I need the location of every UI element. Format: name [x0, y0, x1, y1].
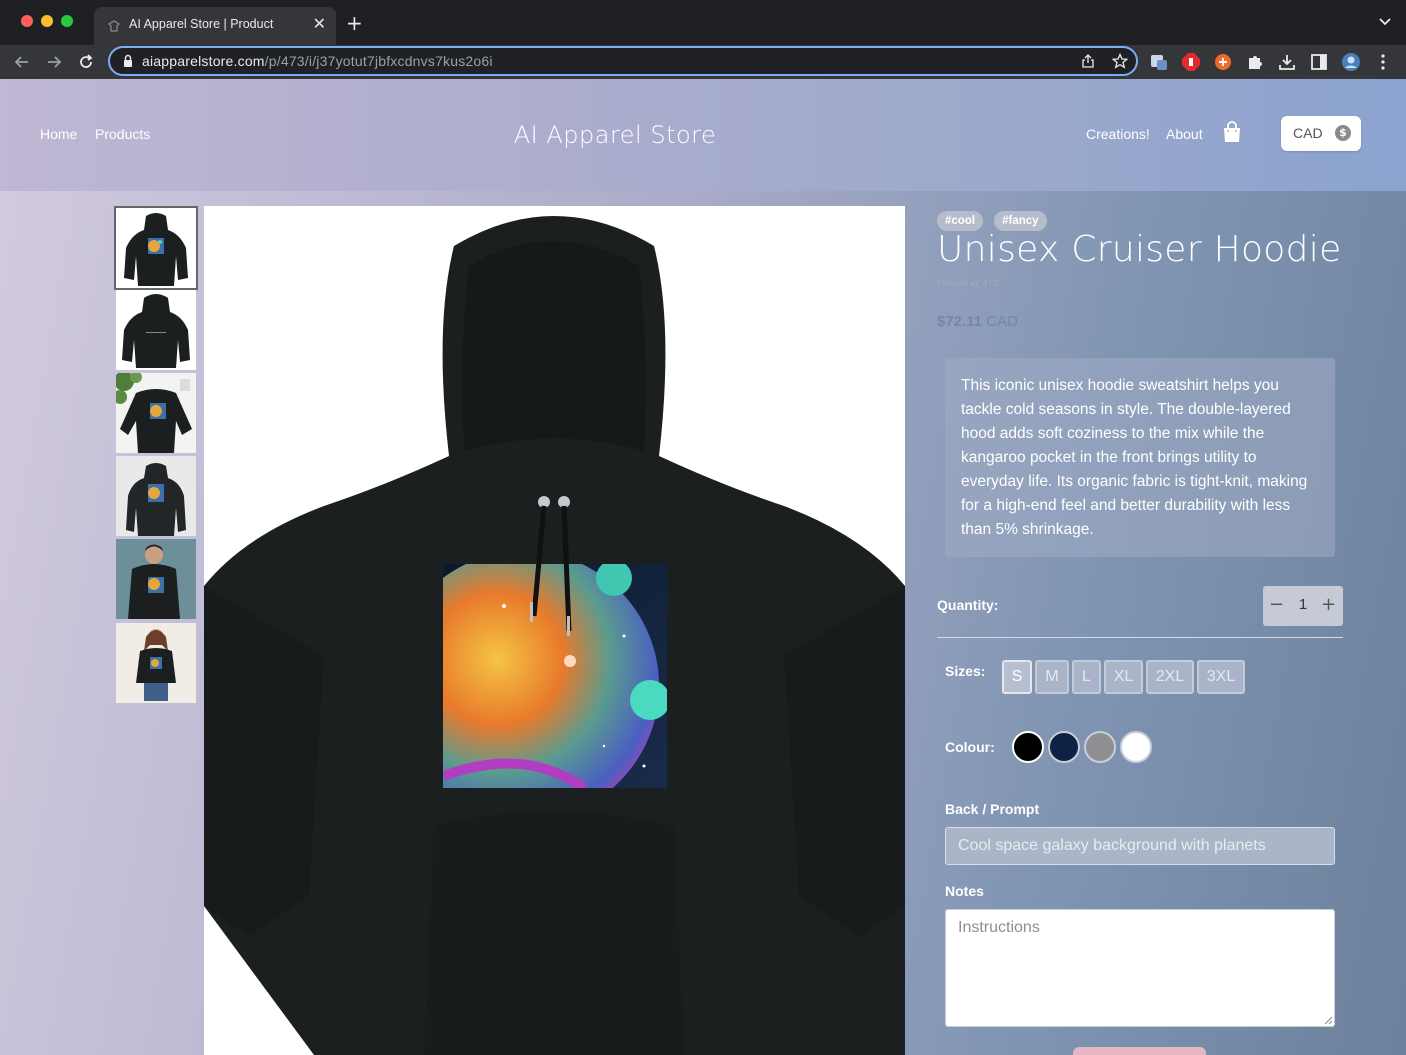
lock-icon[interactable]: [122, 54, 134, 68]
colour-swatch-black[interactable]: [1012, 731, 1044, 763]
window-close-button[interactable]: [21, 15, 33, 27]
site-favicon-icon: [108, 20, 120, 32]
adblock-extension-icon[interactable]: [1181, 52, 1201, 72]
nav-creations-link[interactable]: Creations!: [1086, 126, 1150, 142]
product-id: Product id: 473: [937, 278, 998, 288]
colour-swatch-grey[interactable]: [1084, 731, 1116, 763]
forward-arrow-icon[interactable]: [44, 52, 64, 72]
url-host: aiapparelstore.com: [142, 53, 265, 69]
size-option-l[interactable]: L: [1072, 660, 1101, 694]
hoodie-back-image: [116, 290, 196, 370]
translate-extension-icon[interactable]: [1149, 52, 1169, 72]
reload-icon[interactable]: [76, 52, 96, 72]
divider: [937, 637, 1343, 638]
prompt-label: Back / Prompt: [945, 801, 1040, 817]
share-icon[interactable]: [1080, 53, 1096, 69]
hoodie-main-image: [204, 216, 905, 1055]
side-panel-icon[interactable]: [1309, 52, 1329, 72]
currency-selector[interactable]: CAD $: [1281, 116, 1361, 151]
browser-tab-bar: AI Apparel Store | Product ✕ +: [0, 0, 1406, 45]
size-option-s[interactable]: S: [1002, 660, 1032, 694]
thumbnail-hoodie-back[interactable]: [116, 290, 196, 370]
tag-fancy[interactable]: #fancy: [994, 211, 1047, 231]
extensions-puzzle-icon[interactable]: [1245, 52, 1265, 72]
profile-avatar-icon[interactable]: [1341, 52, 1361, 72]
product-tags: #cool #fancy: [937, 209, 1053, 231]
product-main-image[interactable]: [204, 206, 905, 1055]
price-amount: $72.11: [937, 313, 983, 330]
currency-label: CAD: [1293, 125, 1323, 141]
thumbnail-hoodie-model-man[interactable]: [116, 539, 196, 619]
hoodie-hanger-image: [116, 456, 196, 536]
page: Home Products AI Apparel Store Creations…: [0, 79, 1406, 1055]
add-to-cart-button[interactable]: [1073, 1047, 1206, 1055]
new-tab-icon[interactable]: +: [346, 13, 363, 33]
size-option-m[interactable]: M: [1035, 660, 1069, 694]
colour-swatch-white[interactable]: [1120, 731, 1152, 763]
browser-toolbar: aiapparelstore.com/p/473/i/j37yotut7jbfx…: [0, 45, 1406, 79]
window-zoom-button[interactable]: [61, 15, 73, 27]
dollar-icon: $: [1335, 125, 1351, 141]
site-brand[interactable]: AI Apparel Store: [0, 121, 1230, 149]
size-option-2xl[interactable]: 2XL: [1146, 660, 1194, 694]
notes-label: Notes: [945, 883, 984, 899]
quantity-decrease-button[interactable]: −: [1269, 595, 1284, 615]
product-title: Unisex Cruiser Hoodie: [937, 229, 1342, 270]
sizes-label: Sizes:: [945, 663, 986, 679]
hoodie-model-man-image: [116, 539, 196, 619]
download-icon[interactable]: [1277, 52, 1297, 72]
notes-textarea[interactable]: Instructions: [945, 909, 1335, 1027]
quantity-value[interactable]: 1: [1293, 596, 1313, 613]
quantity-increase-button[interactable]: +: [1321, 595, 1336, 615]
product-description-box: This iconic unisex hoodie sweatshirt hel…: [945, 358, 1335, 557]
tag-cool[interactable]: #cool: [937, 211, 984, 231]
tab-close-icon[interactable]: ✕: [313, 15, 326, 33]
prompt-input[interactable]: Cool space galaxy background with planet…: [945, 827, 1335, 865]
thumbnail-hoodie-front[interactable]: [114, 206, 198, 290]
product-description: This iconic unisex hoodie sweatshirt hel…: [961, 377, 1308, 538]
tab-search-icon[interactable]: [1378, 14, 1392, 28]
address-bar[interactable]: aiapparelstore.com/p/473/i/j37yotut7jbfx…: [108, 46, 1138, 76]
price-currency: CAD: [986, 313, 1018, 330]
product-price: $72.11 CAD: [937, 313, 1018, 330]
thumbnail-hoodie-flatlay[interactable]: [116, 373, 196, 453]
url-text: aiapparelstore.com/p/473/i/j37yotut7jbfx…: [142, 53, 493, 69]
resize-grip-icon[interactable]: [1324, 1016, 1332, 1024]
hoodie-model-woman-image: [116, 623, 196, 703]
colour-swatch-navy[interactable]: [1048, 731, 1080, 763]
orange-extension-icon[interactable]: [1213, 52, 1233, 72]
site-header: Home Products AI Apparel Store Creations…: [0, 79, 1406, 191]
nav-about-link[interactable]: About: [1166, 126, 1203, 142]
tab-title: AI Apparel Store | Product: [129, 17, 274, 31]
back-arrow-icon[interactable]: [12, 52, 32, 72]
menu-kebab-icon[interactable]: [1373, 52, 1393, 72]
quantity-stepper: − 1 +: [1263, 586, 1343, 626]
size-option-3xl[interactable]: 3XL: [1197, 660, 1245, 694]
browser-tab[interactable]: AI Apparel Store | Product ✕: [94, 7, 336, 45]
window-minimize-button[interactable]: [41, 15, 53, 27]
hoodie-front-image: [116, 208, 196, 288]
shopping-bag-icon[interactable]: [1222, 121, 1242, 143]
quantity-label: Quantity:: [937, 597, 999, 613]
thumbnail-hoodie-hanger[interactable]: [116, 456, 196, 536]
notes-placeholder: Instructions: [958, 919, 1040, 936]
hoodie-flatlay-image: [116, 373, 196, 453]
size-option-xl[interactable]: XL: [1104, 660, 1143, 694]
bookmark-star-icon[interactable]: [1112, 53, 1128, 69]
thumbnail-hoodie-model-woman[interactable]: [116, 623, 196, 703]
url-path: /p/473/i/j37yotut7jbfxcdnvs7kus2o6i: [264, 53, 493, 69]
colour-label: Colour:: [945, 739, 995, 755]
